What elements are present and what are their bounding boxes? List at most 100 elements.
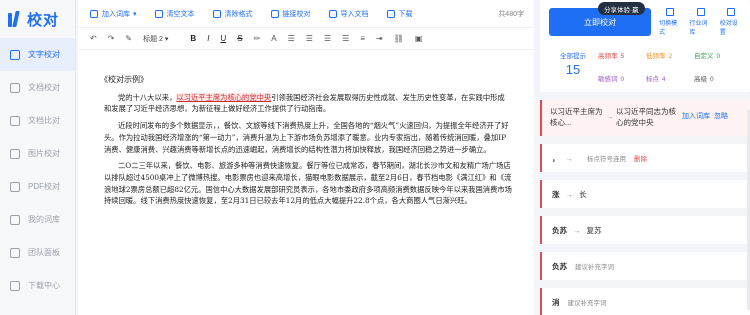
card-original: 涨 — [552, 189, 560, 199]
align-left-icon[interactable]: ☰ — [288, 34, 295, 43]
download-icon — [386, 9, 395, 18]
align-justify-icon[interactable]: ☰ — [342, 34, 349, 43]
error-card[interactable]: ， → 标点符号连用 删除 — [540, 144, 750, 172]
switch-mode-button[interactable]: 切换模式 — [659, 8, 681, 36]
highlight-icon[interactable]: ✏ — [254, 34, 261, 43]
add-icon — [90, 9, 98, 18]
stat-item[interactable]: 低频率 2 — [646, 50, 694, 60]
stat-item[interactable]: 高级 0 — [694, 73, 742, 83]
add-dict-button[interactable]: 加入词库 ▾ — [90, 9, 137, 19]
paragraph-2: 近段时间发布的多个数据显示，，餐饮、文旅等线下消费热度上升，全国各地的“烟火气”… — [104, 121, 509, 154]
undo-icon[interactable]: ↶ — [90, 34, 97, 43]
arrow-right-icon: → — [565, 189, 574, 199]
card-suggestion[interactable]: 复苏 — [587, 225, 602, 236]
align-center-icon[interactable]: ☰ — [306, 34, 313, 43]
error-card[interactable]: 消建议补充字词 — [540, 288, 750, 315]
chevron-down-icon: ▾ — [164, 35, 169, 43]
proofread-panel: 立即校对 切换模式 行业词库 校对设置 全部提示 15 高频率 5 低频率 2 自定义 0… — [540, 0, 750, 315]
bold-icon[interactable]: B — [190, 34, 196, 43]
error-highlight[interactable]: 以习近平主席为核心的党中央 — [176, 92, 272, 102]
book-icon — [10, 214, 20, 225]
sidebar-item-1[interactable]: 文档校对 — [0, 71, 75, 104]
sidebar-item-7[interactable]: 下载中心 — [0, 269, 75, 302]
industry-dict-button[interactable]: 行业词库 — [689, 8, 711, 36]
indent-icon[interactable]: ⇥ — [376, 34, 383, 43]
align-right-icon[interactable]: ☰ — [324, 34, 331, 43]
download-button[interactable]: 下载 — [386, 9, 413, 19]
logo-icon — [6, 9, 24, 29]
team-icon — [10, 247, 20, 258]
arrow-right-icon: → — [565, 153, 574, 163]
image-insert-icon[interactable]: ▣ — [415, 34, 423, 43]
sidebar-item-label: 文档比对 — [28, 116, 60, 125]
format-toolbar: ↶ ↷ ✎ 标题 2 ▾ B I U S ✏ A ☰ ☰ ☰ ☰ ≡ ⇥ ⛓ ▣ — [78, 28, 534, 50]
stats-row: 全部提示 15 高频率 5 低频率 2 自定义 0 敏感词 0 标点 4 高级 0 — [548, 50, 742, 83]
sidebar-item-label: 文档校对 — [28, 83, 60, 92]
logo-text: 校对 — [27, 11, 60, 29]
stat-item[interactable]: 自定义 0 — [694, 50, 742, 60]
sidebar-item-label: 我的词库 — [28, 215, 60, 224]
import-doc-button[interactable]: 导入文档 — [328, 9, 369, 19]
strikethrough-icon[interactable]: S — [237, 34, 242, 43]
paragraph-3: 二O二三年以来，餐饮、电影、旅游多种等消费快速恢复。餐厅等位已成常态，春节期间，… — [104, 161, 512, 206]
active-error-card[interactable]: 以习近平主席为核心... → 以习近平同志为核心的党中央 加入词库 忽略 — [540, 100, 750, 136]
sidebar-item-0[interactable]: 文字校对 — [0, 38, 75, 71]
error-suggestion[interactable]: 以习近平同志为核心的党中央 — [616, 106, 678, 128]
sidebar-item-label: 文字校对 — [28, 50, 60, 59]
link-check-button[interactable]: 链接校对 — [270, 9, 311, 19]
document-title: 《校对示例》 — [100, 75, 148, 84]
stat-item[interactable]: 敏感词 0 — [598, 73, 646, 83]
sidebar-item-6[interactable]: 团队面板 — [0, 236, 75, 269]
card-description: 建议补充字词 — [575, 264, 614, 271]
redo-icon[interactable]: ↷ — [108, 34, 115, 43]
ignore-link[interactable]: 忽略 — [714, 111, 728, 122]
card-suggestion[interactable]: 长 — [579, 189, 587, 200]
error-card[interactable]: 负苏 建议补充字词 — [540, 252, 750, 280]
list-icon[interactable]: ≡ — [360, 34, 365, 43]
doc-icon — [10, 82, 20, 93]
sidebar-item-label: PDF校对 — [28, 182, 60, 191]
clear-format-button[interactable]: 清除格式 — [212, 9, 253, 19]
panel-header: 立即校对 切换模式 行业词库 校对设置 全部提示 15 高频率 5 低频率 2 自定义 0… — [540, 0, 750, 92]
share-badge[interactable]: 分享体验·赢 — [598, 2, 645, 15]
heading-select[interactable]: 标题 2 ▾ — [143, 34, 168, 44]
format-painter-icon[interactable]: ✎ — [125, 34, 132, 43]
logo: 校对 — [0, 0, 75, 38]
image-icon — [10, 148, 20, 159]
error-original: 以习近平主席为核心... — [550, 107, 603, 127]
text-icon — [10, 49, 20, 60]
compare-icon — [10, 115, 20, 126]
sidebar-item-4[interactable]: PDF校对 — [0, 170, 75, 203]
card-original: 消 — [552, 297, 560, 307]
sidebar-nav: 文字校对文档校对文档比对图片校对 PDF校对我的词库团队面板下载中心 — [0, 38, 75, 302]
sidebar-item-label: 图片校对 — [28, 149, 60, 158]
import-icon — [328, 9, 337, 18]
settings-button[interactable]: 校对设置 — [720, 8, 742, 36]
error-card[interactable]: 负苏 → 复苏 — [540, 216, 750, 244]
word-count: 共480字 — [498, 10, 524, 18]
arrow-right-icon: → — [606, 112, 614, 121]
italic-icon[interactable]: I — [207, 34, 209, 43]
sidebar-item-5[interactable]: 我的词库 — [0, 203, 75, 236]
font-color-icon[interactable]: A — [271, 34, 276, 43]
sidebar-item-label: 团队面板 — [28, 248, 60, 257]
gear-icon — [726, 8, 735, 16]
card-original: 负苏 — [552, 261, 567, 271]
error-list: ， → 标点符号连用 删除涨 → 长负苏 → 复苏 负苏 建议补充字词消建议补充字词 — [540, 144, 750, 315]
error-card[interactable]: 涨 → 长 — [540, 180, 750, 208]
switch-icon — [666, 8, 675, 16]
document-body[interactable]: 《校对示例》 党的十八大以来，以习近平主席为核心的党中央引领我国经济社会发展取得… — [78, 50, 534, 207]
arrow-right-icon: → — [573, 225, 581, 235]
stat-item[interactable]: 标点 4 — [646, 73, 694, 83]
total-stat[interactable]: 全部提示 15 — [548, 50, 598, 83]
link-insert-icon[interactable]: ⛓ — [394, 34, 404, 43]
card-description: 标点符号连用 — [587, 156, 626, 163]
underline-icon[interactable]: U — [220, 34, 226, 43]
clear-text-button[interactable]: 清空文本 — [154, 9, 195, 19]
add-to-dict-link[interactable]: 加入词库 — [682, 111, 710, 122]
delete-link[interactable]: 删除 — [634, 153, 647, 163]
sidebar-item-3[interactable]: 图片校对 — [0, 137, 75, 170]
stat-item[interactable]: 高频率 5 — [598, 50, 646, 60]
card-original: ， — [552, 153, 560, 163]
sidebar-item-2[interactable]: 文档比对 — [0, 104, 75, 137]
